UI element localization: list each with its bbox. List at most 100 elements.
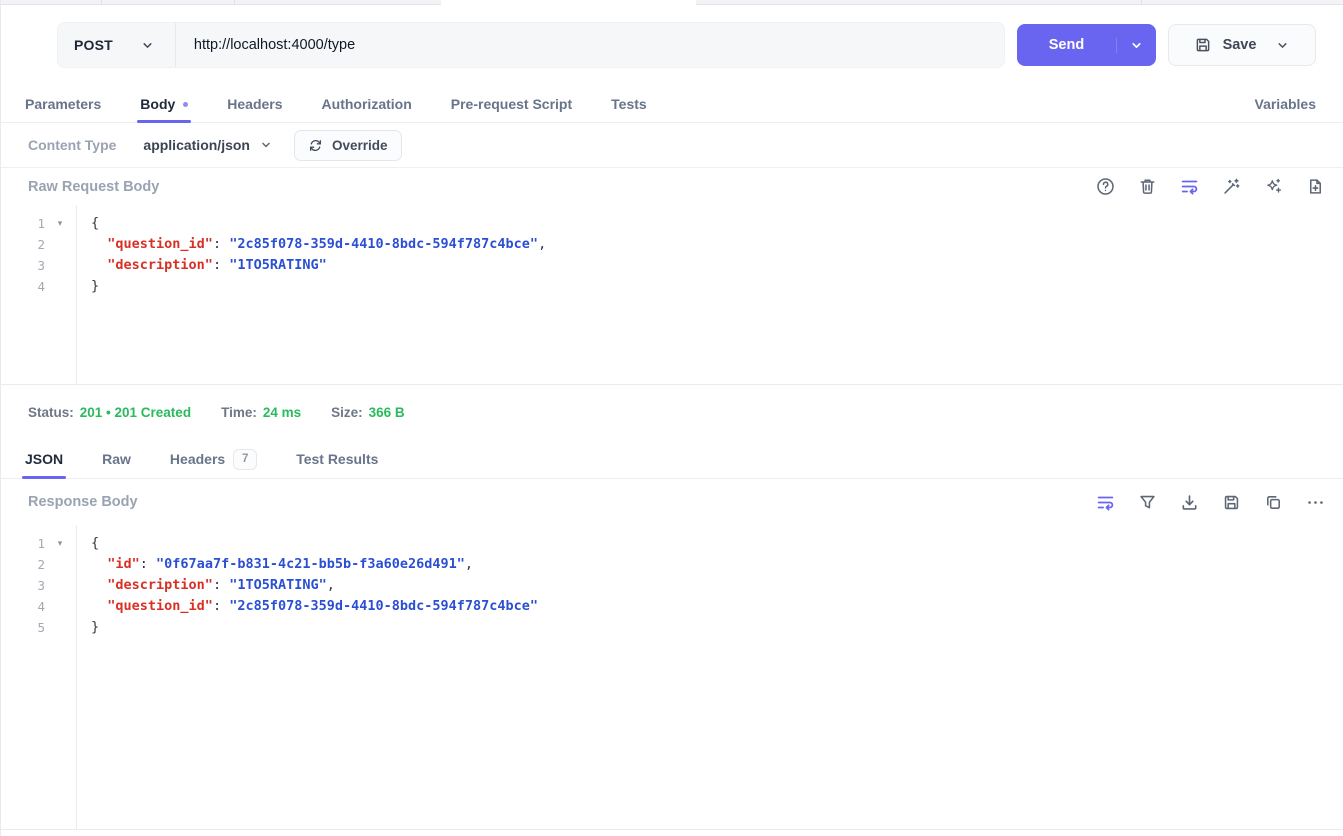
send-options-chevron[interactable] [1116,37,1156,53]
request-body-title: Raw Request Body [28,178,160,195]
tab-json[interactable]: JSON [22,440,67,479]
copy-icon[interactable] [1264,493,1283,512]
sync-refresh-icon [308,138,323,153]
tab-label: Parameters [25,96,102,112]
chevron-down-icon [140,38,155,53]
gutter-line: 2 [1,554,76,575]
gutter-line: 4 [1,596,76,617]
size-group: Size: 366 B [331,405,405,420]
request-editor-gutter: 1 ▾ 2 3 4 [1,205,77,384]
wrap-text-icon[interactable] [1180,177,1199,196]
url-input[interactable] [175,23,1004,67]
line-number: 3 [37,578,45,593]
response-status-bar: Status: 201 • 201 Created Time: 24 ms Si… [1,385,1343,440]
tab-label: Tests [611,96,647,112]
gutter-line: 2 [1,234,76,255]
request-tabs: Parameters Body Headers Authorization Pr… [1,86,1343,123]
tab-parameters[interactable]: Parameters [22,86,104,122]
save-button[interactable]: Save [1168,24,1316,66]
download-icon[interactable] [1180,493,1199,512]
save-response-icon[interactable] [1222,493,1241,512]
tab-label: Pre-request Script [450,96,573,112]
floppy-save-icon [1194,36,1212,54]
tab-label: Body [140,96,176,112]
response-body-toolbar [1096,493,1325,512]
tab-strip-active [441,0,696,5]
status-label: Status: [28,405,74,420]
gutter-line: 1 ▾ [1,213,76,234]
code-line: { [91,535,100,551]
variables-link[interactable]: Variables [1255,96,1317,112]
time-value: 24 ms [262,405,302,420]
status-value: 201 • 201 Created [79,405,192,420]
request-url-bar: POST Send Save [1,5,1343,86]
prettify-wand-icon[interactable] [1222,177,1241,196]
gutter-line: 1 ▾ [1,533,76,554]
line-number: 1 [37,216,45,231]
ai-sparkles-icon[interactable] [1264,177,1283,196]
response-tabs: JSON Raw Headers 7 Test Results [1,440,1343,479]
tab-strip-right [696,0,1343,5]
gutter-line: 3 [1,575,76,596]
headers-count-badge: 7 [233,448,258,470]
tab-divider [234,0,235,4]
code-line: "description": "1TO5RATING" [107,257,327,273]
method-label: POST [74,37,113,53]
gutter-line: 3 [1,255,76,276]
request-editor[interactable]: 1 ▾ 2 3 4 { "question_id": "2c85f078-359d-44… [1,205,1343,385]
save-label: Save [1222,37,1257,53]
fold-arrow-icon[interactable]: ▾ [45,538,75,549]
fold-arrow-icon[interactable]: ▾ [45,218,75,229]
tab-headers[interactable]: Headers [224,86,285,122]
chevron-down-icon [1129,38,1144,53]
tab-label: JSON [25,451,64,467]
import-file-icon[interactable] [1306,177,1325,196]
response-body-title: Response Body [28,494,138,510]
api-client-window: POST Send Save Parameters Body Headers A… [0,0,1343,836]
tab-tests[interactable]: Tests [608,86,650,122]
request-body-header: Raw Request Body [1,168,1343,205]
tab-body[interactable]: Body [137,86,192,123]
override-button[interactable]: Override [293,129,402,161]
response-body-header: Response Body [1,479,1343,525]
response-editor-code[interactable]: { "id": "0f67aa7f-b831-4c21-bb5b-f3a60e2… [77,525,1343,829]
filter-icon[interactable] [1138,493,1157,512]
code-line: "description": "1TO5RATING", [107,577,335,593]
chevron-down-icon[interactable] [1275,38,1290,53]
request-editor-code[interactable]: { "question_id": "2c85f078-359d-4410-8bd… [77,205,1343,384]
modified-dot [183,101,189,107]
tab-pre-request-script[interactable]: Pre-request Script [448,86,575,122]
line-number: 4 [37,599,45,614]
response-editor-gutter: 1 ▾ 2 3 4 5 [1,525,77,829]
code-line: "question_id": "2c85f078-359d-4410-8bdc-… [107,598,539,614]
line-number: 2 [37,557,45,572]
tab-label: Raw [102,451,131,467]
tab-test-results[interactable]: Test Results [293,440,381,478]
response-editor[interactable]: 1 ▾ 2 3 4 5 { "id": "0f67aa7f-b831-4c21-bb5b-… [1,525,1343,830]
tab-label: Headers [169,451,226,467]
code-line: "id": "0f67aa7f-b831-4c21-bb5b-f3a60e26d… [107,556,474,572]
wrap-text-icon[interactable] [1096,493,1115,512]
status-group: Status: 201 • 201 Created [28,405,191,420]
tab-authorization[interactable]: Authorization [319,86,415,122]
time-group: Time: 24 ms [221,405,301,420]
size-label: Size: [331,405,363,420]
tab-label: Test Results [296,451,379,467]
code-line: "question_id": "2c85f078-359d-4410-8bdc-… [107,236,547,252]
tab-strip-left [1,0,441,5]
tab-raw[interactable]: Raw [99,440,134,478]
help-icon[interactable] [1096,177,1115,196]
chevron-down-icon [259,138,273,152]
method-dropdown[interactable]: POST [58,23,175,67]
tab-response-headers[interactable]: Headers 7 [167,440,260,478]
more-options-icon[interactable] [1306,493,1325,512]
line-number: 5 [37,620,45,635]
code-line: } [91,619,100,635]
delete-icon[interactable] [1138,177,1157,196]
size-value: 366 B [368,405,405,420]
gutter-line: 4 [1,276,76,297]
content-type-select[interactable]: application/json [143,137,273,153]
send-button[interactable]: Send [1017,24,1156,66]
content-type-value: application/json [143,137,250,153]
